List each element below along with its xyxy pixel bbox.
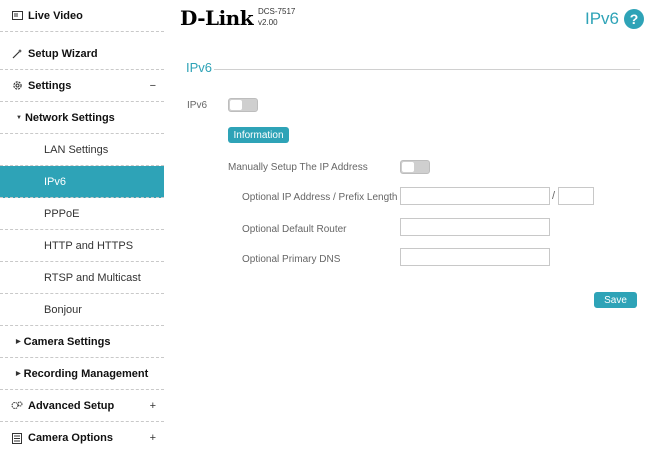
caret-right-icon: ▶	[16, 371, 21, 377]
wand-icon	[10, 48, 24, 59]
expand-toggle[interactable]: +	[150, 390, 156, 422]
default-router-input[interactable]	[400, 218, 550, 236]
caret-down-icon: ▼	[16, 114, 22, 121]
sidebar-item-label: HTTP and HTTPS	[44, 239, 134, 252]
sidebar-item-advanced-setup[interactable]: Advanced Setup +	[0, 390, 164, 422]
expand-toggle[interactable]: +	[150, 422, 156, 453]
brand-logo: D-Link	[180, 6, 254, 30]
collapse-toggle[interactable]: −	[150, 70, 156, 102]
default-router-label: Optional Default Router	[242, 224, 347, 235]
sidebar-item-live-video[interactable]: Live Video	[0, 0, 164, 32]
manual-setup-label: Manually Setup The IP Address	[228, 162, 368, 173]
sidebar-item-label: Camera Settings	[23, 335, 111, 348]
sidebar-item-recording-management[interactable]: ▶ Recording Management	[0, 358, 164, 390]
gear-icon	[10, 80, 24, 91]
sidebar-item-ipv6[interactable]: IPv6	[0, 166, 164, 198]
prefix-separator: /	[552, 190, 556, 202]
sidebar-item-label: Setup Wizard	[28, 47, 98, 60]
primary-dns-input[interactable]	[400, 248, 550, 266]
page-title: IPv6	[585, 9, 620, 28]
toggle-knob	[230, 100, 242, 110]
ip-address-input[interactable]	[400, 187, 550, 205]
sidebar-item-network-settings[interactable]: ▼ Network Settings	[0, 102, 164, 134]
sidebar-item-label: LAN Settings	[44, 143, 109, 156]
document-icon	[10, 432, 24, 444]
caret-right-icon: ▶	[16, 339, 21, 345]
sidebar-item-http-https[interactable]: HTTP and HTTPS	[0, 230, 164, 262]
toggle-knob	[402, 162, 414, 172]
section-divider	[214, 69, 640, 70]
sidebar-item-pppoe[interactable]: PPPoE	[0, 198, 164, 230]
sidebar-item-settings[interactable]: Settings −	[0, 70, 164, 102]
primary-dns-label: Optional Primary DNS	[242, 254, 341, 265]
sidebar-item-label: Bonjour	[44, 303, 82, 316]
sidebar-item-rtsp-multicast[interactable]: RTSP and Multicast	[0, 262, 164, 294]
sidebar: Live Video Setup Wizard Settings − ▼ Net…	[0, 0, 164, 453]
sidebar-item-camera-options[interactable]: Camera Options +	[0, 422, 164, 453]
sidebar-item-label: Network Settings	[24, 111, 115, 124]
ip-prefix-label: Optional IP Address / Prefix Length	[242, 192, 398, 203]
ipv6-label: IPv6	[187, 100, 208, 111]
sidebar-item-label: Live Video	[28, 9, 83, 22]
section-title: IPv6	[186, 60, 213, 75]
save-button[interactable]: Save	[594, 292, 637, 308]
sidebar-item-camera-settings[interactable]: ▶ Camera Settings	[0, 326, 164, 358]
sidebar-item-bonjour[interactable]: Bonjour	[0, 294, 164, 326]
gears-icon	[10, 400, 24, 411]
sidebar-item-label: IPv6	[44, 175, 67, 188]
firmware-version: v2.00	[258, 18, 278, 27]
ipv6-toggle[interactable]	[228, 98, 258, 112]
model-name: DCS-7517	[258, 7, 296, 16]
information-button[interactable]: Information	[228, 127, 289, 143]
manual-setup-toggle[interactable]	[400, 160, 430, 174]
sidebar-item-label: PPPoE	[44, 207, 80, 220]
video-icon	[10, 11, 24, 20]
help-icon[interactable]: ?	[624, 9, 644, 29]
prefix-length-input[interactable]	[558, 187, 594, 205]
sidebar-item-label: Camera Options	[28, 432, 113, 444]
sidebar-item-setup-wizard[interactable]: Setup Wizard	[0, 38, 164, 70]
model-info: DCS-7517 v2.00	[258, 6, 295, 28]
sidebar-item-lan-settings[interactable]: LAN Settings	[0, 134, 164, 166]
sidebar-item-label: Advanced Setup	[28, 399, 115, 412]
sidebar-item-label: Settings	[28, 79, 72, 92]
sidebar-item-label: Recording Management	[23, 367, 149, 380]
sidebar-item-label: RTSP and Multicast	[44, 271, 141, 284]
